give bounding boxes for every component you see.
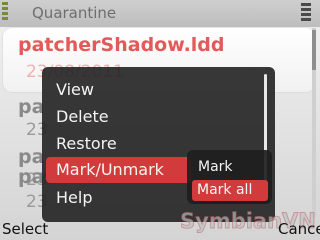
file-name: pa [18,146,45,168]
file-name: patcherShadow.ldd [18,34,225,56]
file-name: pa [18,96,45,118]
submenu-item-mark[interactable]: Mark [198,159,233,175]
battery-icon [301,3,311,24]
menu-item-label: Mark/Unmark [56,160,164,179]
menu-item-help[interactable]: Help [56,188,196,207]
submenu-item-mark-all[interactable]: Mark all [192,180,268,201]
title-bar: Quarantine [0,0,320,27]
app-title: Quarantine [32,4,117,22]
menu-item-delete[interactable]: Delete [56,107,196,126]
menu-item-view[interactable]: View [56,80,196,99]
signal-strength-icon [2,2,8,24]
menu-item-mark-unmark[interactable]: Mark/Unmark [46,157,191,183]
menu-item-restore[interactable]: Restore [56,134,196,153]
list-scroll-thumb[interactable] [312,30,316,70]
file-name: pa [18,166,45,188]
select-softkey[interactable]: Select [2,220,48,238]
softkey-bar: Select Cancel [0,218,320,240]
submenu-item-label: Mark all [197,182,253,198]
screen: Quarantine patcherShadow.ldd 23/08/2011 … [0,0,320,240]
cancel-softkey[interactable]: Cancel [278,220,320,238]
